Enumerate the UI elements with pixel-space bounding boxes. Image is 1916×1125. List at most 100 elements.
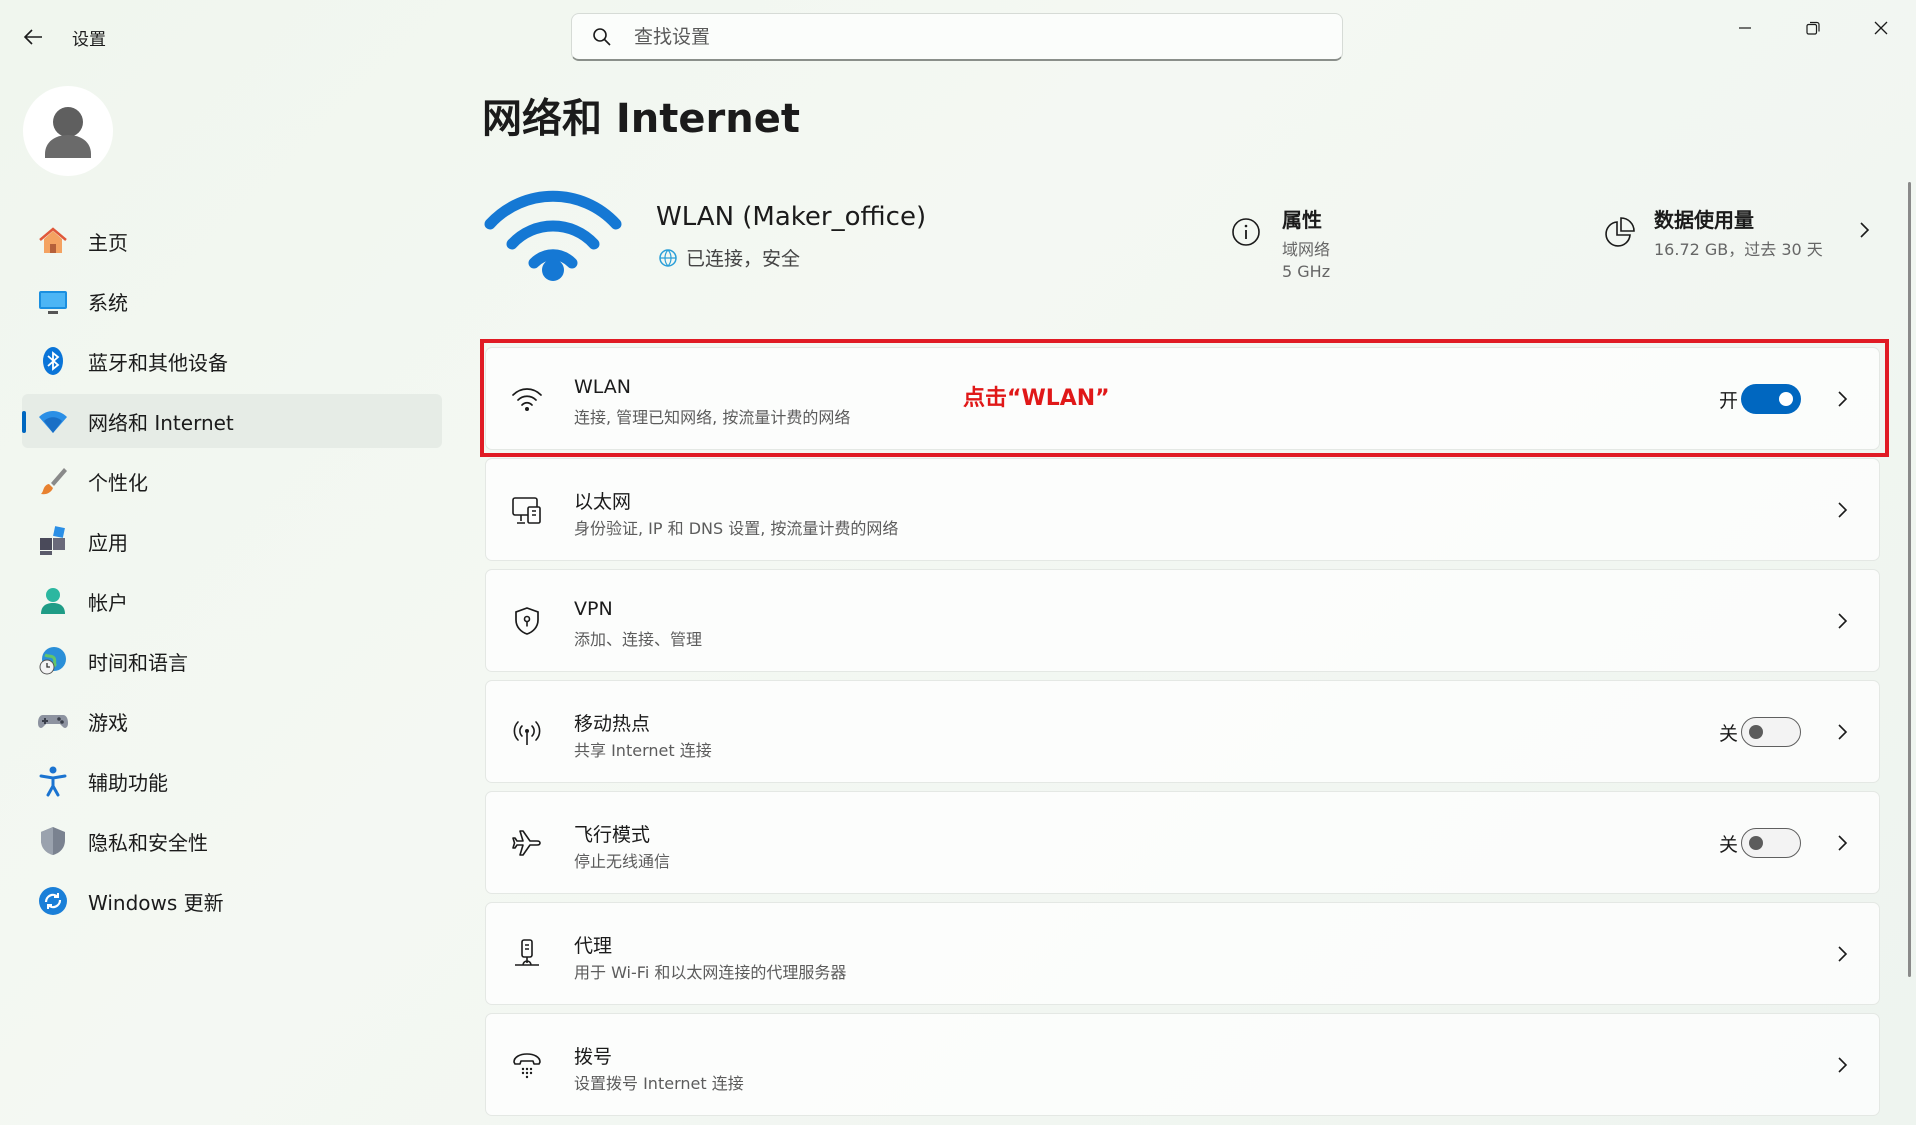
pie-chart-icon — [1605, 217, 1635, 247]
network-summary: WLAN (Maker_office) 已连接，安全 属性 域网络 5 GHz … — [482, 178, 1882, 288]
airplane-mode-card[interactable]: 飞行模式 停止无线通信 关 — [485, 791, 1880, 894]
proxy-card[interactable]: 代理 用于 Wi-Fi 和以太网连接的代理服务器 — [485, 902, 1880, 1005]
wlan-toggle[interactable] — [1741, 384, 1801, 414]
sidebar-item-accessibility[interactable]: 辅助功能 — [22, 754, 442, 808]
chevron-right-icon — [1838, 1057, 1848, 1073]
sidebar-item-label: 系统 — [88, 290, 128, 315]
sidebar-item-home[interactable]: 主页 — [22, 214, 442, 268]
bluetooth-icon — [36, 344, 70, 378]
sidebar-item-gaming[interactable]: 游戏 — [22, 694, 442, 748]
card-subtitle: 用于 Wi-Fi 和以太网连接的代理服务器 — [574, 963, 847, 982]
search-box[interactable] — [571, 13, 1343, 61]
update-icon — [36, 884, 70, 918]
sidebar-item-label: Windows 更新 — [88, 890, 224, 915]
back-button[interactable] — [18, 22, 48, 52]
close-icon — [1874, 21, 1888, 35]
hotspot-toggle[interactable] — [1741, 717, 1801, 747]
accessibility-icon — [36, 764, 70, 798]
info-icon — [1232, 218, 1260, 246]
card-subtitle: 连接, 管理已知网络, 按流量计费的网络 — [574, 408, 851, 427]
sidebar-item-label: 应用 — [88, 530, 128, 555]
card-subtitle: 身份验证, IP 和 DNS 设置, 按流量计费的网络 — [574, 519, 899, 538]
restore-button[interactable] — [1785, 10, 1841, 46]
brush-icon — [36, 464, 70, 498]
wifi-large-icon — [482, 178, 624, 286]
sidebar-item-label: 个性化 — [88, 470, 148, 495]
card-title: 移动热点 — [574, 713, 651, 735]
card-title: WLAN — [574, 376, 632, 398]
ethernet-card[interactable]: 以太网 身份验证, IP 和 DNS 设置, 按流量计费的网络 — [485, 458, 1880, 561]
gamepad-icon — [36, 704, 70, 738]
card-title: 以太网 — [574, 491, 632, 513]
dialup-icon — [510, 1048, 544, 1082]
chevron-right-icon — [1838, 613, 1848, 629]
toggle-knob — [1749, 725, 1763, 739]
wifi-icon — [510, 382, 544, 416]
home-icon — [36, 224, 70, 258]
hotspot-icon — [510, 715, 544, 749]
card-subtitle: 添加、连接、管理 — [574, 630, 703, 649]
search-icon — [590, 25, 614, 49]
sidebar-item-time-language[interactable]: 时间和语言 — [22, 634, 442, 688]
close-button[interactable] — [1853, 10, 1909, 46]
sidebar-item-label: 隐私和安全性 — [88, 830, 208, 855]
sidebar-item-label: 蓝牙和其他设备 — [88, 350, 228, 375]
proxy-icon — [510, 937, 544, 971]
dialup-card[interactable]: 拨号 设置拨号 Internet 连接 — [485, 1013, 1880, 1116]
airplane-icon — [510, 826, 544, 860]
apps-icon — [36, 524, 70, 558]
data-usage-detail: 16.72 GB，过去 30 天 — [1654, 240, 1823, 259]
sidebar-item-network[interactable]: 网络和 Internet — [22, 394, 442, 448]
mobile-hotspot-card[interactable]: 移动热点 共享 Internet 连接 关 — [485, 680, 1880, 783]
monitor-icon — [36, 284, 70, 318]
card-title: 拨号 — [574, 1046, 613, 1068]
user-icon — [45, 107, 91, 158]
sidebar-item-label: 辅助功能 — [88, 770, 168, 795]
network-name: WLAN (Maker_office) — [656, 202, 927, 232]
search-input[interactable] — [634, 25, 1314, 48]
sidebar-item-label: 时间和语言 — [88, 650, 188, 675]
toggle-state-label: 关 — [1718, 834, 1738, 856]
sidebar-item-personalization[interactable]: 个性化 — [22, 454, 442, 508]
properties-title: 属性 — [1282, 208, 1322, 232]
wifi-icon — [36, 404, 70, 438]
card-subtitle: 共享 Internet 连接 — [574, 741, 712, 760]
toggle-state-label: 关 — [1718, 723, 1738, 745]
sidebar-item-accounts[interactable]: 帐户 — [22, 574, 442, 628]
sidebar-item-label: 网络和 Internet — [88, 410, 234, 435]
card-title: 飞行模式 — [574, 824, 651, 846]
card-subtitle: 设置拨号 Internet 连接 — [574, 1074, 744, 1093]
network-settings-list: WLAN 连接, 管理已知网络, 按流量计费的网络 点击“WLAN” 开 以太网… — [485, 347, 1880, 1124]
connection-status: 已连接，安全 — [658, 244, 800, 271]
shield-icon — [36, 824, 70, 858]
toggle-knob — [1779, 392, 1793, 406]
chevron-right-icon — [1860, 222, 1870, 238]
globe-icon — [659, 248, 677, 267]
app-title: 设置 — [72, 30, 106, 50]
annotation-text: 点击“WLAN” — [963, 386, 1110, 411]
scrollbar[interactable] — [1908, 182, 1911, 977]
sidebar-item-privacy[interactable]: 隐私和安全性 — [22, 814, 442, 868]
user-avatar[interactable] — [23, 86, 113, 176]
title-bar: 设置 — [0, 0, 1916, 70]
airplane-mode-toggle[interactable] — [1741, 828, 1801, 858]
back-arrow-icon — [23, 29, 42, 45]
vpn-card[interactable]: VPN 添加、连接、管理 — [485, 569, 1880, 672]
card-title: VPN — [574, 598, 613, 620]
card-title: 代理 — [574, 935, 613, 957]
sidebar-item-apps[interactable]: 应用 — [22, 514, 442, 568]
sidebar-item-system[interactable]: 系统 — [22, 274, 442, 328]
card-subtitle: 停止无线通信 — [574, 852, 671, 871]
sidebar-item-bluetooth[interactable]: 蓝牙和其他设备 — [22, 334, 442, 388]
sidebar-nav: 主页 系统 蓝牙和其他设备 网络和 Internet 个性化 应用 帐户 时间和… — [22, 214, 442, 934]
globe-clock-icon — [36, 644, 70, 678]
chevron-right-icon — [1838, 835, 1848, 851]
sidebar-item-label: 帐户 — [88, 590, 128, 615]
wlan-card[interactable]: WLAN 连接, 管理已知网络, 按流量计费的网络 点击“WLAN” 开 — [485, 347, 1880, 450]
chevron-right-icon — [1838, 502, 1848, 518]
data-usage-title: 数据使用量 — [1654, 208, 1754, 232]
toggle-state-label: 开 — [1718, 390, 1738, 412]
sidebar-item-windows-update[interactable]: Windows 更新 — [22, 874, 442, 928]
chevron-right-icon — [1838, 391, 1848, 407]
minimize-button[interactable] — [1717, 10, 1773, 46]
